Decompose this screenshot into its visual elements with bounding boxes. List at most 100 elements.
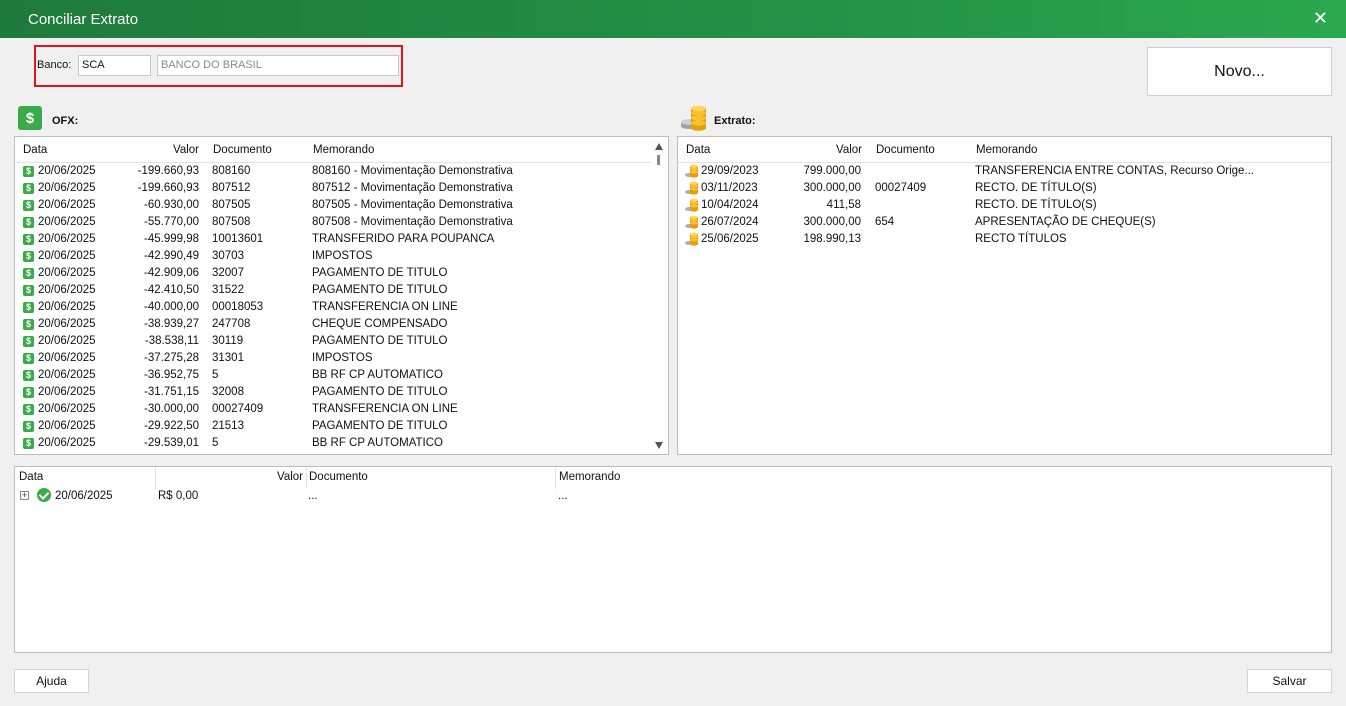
row-documento: 247708	[212, 318, 251, 330]
ofx-row[interactable]: $20/06/2025 -31.751,15 32008 PAGAMENTO DE T…	[15, 384, 651, 401]
dollar-icon: $	[23, 200, 34, 211]
conciliation-valor: R$ 0,00	[158, 490, 199, 502]
col-header-memorando[interactable]: Memorando	[976, 144, 1037, 156]
row-memorando: TRANSFERENCIA ON LINE	[312, 301, 458, 313]
col-header-data[interactable]: Data	[686, 144, 710, 156]
row-valor: -60.930,00	[144, 199, 199, 211]
dollar-icon: $	[23, 319, 34, 330]
col-header-valor[interactable]: Valor	[115, 144, 199, 156]
column-separator[interactable]	[306, 467, 307, 489]
col-header-memorando[interactable]: Memorando	[559, 471, 620, 483]
row-memorando: PAGAMENTO DE TITULO	[312, 267, 448, 279]
scroll-thumb[interactable]	[657, 155, 660, 165]
extrato-row[interactable]: 10/04/2024 411,58 RECTO. DE TÍTULO(S)	[678, 197, 1331, 214]
ofx-row[interactable]: $20/06/2025 -42.990,49 30703 IMPOSTOS	[15, 248, 651, 265]
ofx-row[interactable]: $20/06/2025 -40.000,00 00018053 TRANSFERENC…	[15, 299, 651, 316]
salvar-button[interactable]: Salvar	[1247, 669, 1332, 693]
column-separator[interactable]	[555, 467, 556, 489]
row-date: 20/06/2025	[38, 267, 96, 279]
column-separator[interactable]	[155, 467, 156, 489]
row-date: 20/06/2025	[38, 369, 96, 381]
extrato-row[interactable]: 26/07/2024 300.000,00 654 APRESENTAÇÃO DE C…	[678, 214, 1331, 231]
ofx-row[interactable]: $20/06/2025 -199.660,93 807512 807512 - Mov…	[15, 180, 651, 197]
row-valor: -38.538,11	[144, 335, 199, 347]
row-valor: -45.999,98	[144, 233, 199, 245]
dollar-icon: $	[23, 217, 34, 228]
row-date: 20/06/2025	[38, 165, 96, 177]
ofx-row[interactable]: $20/06/2025 -199.660,93 808160 808160 - Mov…	[15, 163, 651, 180]
conciliation-memorando: ...	[558, 490, 568, 502]
extrato-row[interactable]: 29/09/2023 799.000,00 TRANSFERENCIA ENTRE …	[678, 163, 1331, 180]
row-memorando: IMPOSTOS	[312, 352, 373, 364]
ofx-row[interactable]: $20/06/2025 -38.939,27 247708 CHEQUE COMPEN…	[15, 316, 651, 333]
col-header-data[interactable]: Data	[23, 144, 47, 156]
conciliation-grid[interactable]: Data Valor Documento Memorando + 20/06/2…	[14, 466, 1332, 653]
row-memorando: IMPOSTOS	[312, 250, 373, 262]
row-memorando: 807505 - Movimentação Demonstrativa	[312, 199, 513, 211]
window-title: Conciliar Extrato	[28, 11, 139, 28]
row-memorando: CHEQUE COMPENSADO	[312, 318, 448, 330]
col-header-valor[interactable]: Valor	[788, 144, 862, 156]
ofx-row[interactable]: $20/06/2025 -60.930,00 807505 807505 - Movi…	[15, 197, 651, 214]
row-valor: -29.922,50	[144, 420, 199, 432]
coins-icon	[685, 164, 699, 178]
ofx-row[interactable]: $20/06/2025 -45.999,98 10013601 TRANSFERIDO…	[15, 231, 651, 248]
row-memorando: PAGAMENTO DE TITULO	[312, 284, 448, 296]
expand-icon[interactable]: +	[20, 491, 29, 500]
bank-code-input[interactable]: SCA	[78, 55, 151, 76]
ofx-row[interactable]: $20/06/2025 -38.538,11 30119 PAGAMENTO DE T…	[15, 333, 651, 350]
scroll-down-arrow-icon[interactable]	[655, 442, 663, 449]
dollar-icon: $	[23, 353, 34, 364]
ofx-row[interactable]: $20/06/2025 -55.770,00 807508 807508 - Movi…	[15, 214, 651, 231]
ofx-row[interactable]: $20/06/2025 -37.275,28 31301 IMPOSTOS	[15, 350, 651, 367]
dollar-icon: $	[23, 404, 34, 415]
dollar-icon: $	[23, 285, 34, 296]
conciliation-date: 20/06/2025	[55, 490, 113, 502]
ofx-scrollbar[interactable]	[652, 139, 666, 453]
ofx-row[interactable]: $20/06/2025 -29.539,01 5 BB RF CP AUTOMATIC…	[15, 435, 651, 452]
row-valor: -199.660,93	[137, 182, 199, 194]
ofx-row[interactable]: $20/06/2025 -42.410,50 31522 PAGAMENTO DE T…	[15, 282, 651, 299]
novo-button[interactable]: Novo...	[1147, 47, 1332, 96]
check-circle-icon	[37, 488, 51, 502]
row-memorando: RECTO. DE TÍTULO(S)	[975, 182, 1097, 194]
row-memorando: RECTO. DE TÍTULO(S)	[975, 199, 1097, 211]
row-documento: 00027409	[875, 182, 927, 194]
ofx-row[interactable]: $20/06/2025 -29.922,50 21513 PAGAMENTO DE T…	[15, 418, 651, 435]
row-documento: 32007	[212, 267, 244, 279]
row-valor: 198.990,13	[803, 233, 861, 245]
col-header-data[interactable]: Data	[19, 471, 43, 483]
col-header-valor[interactable]: Valor	[165, 471, 303, 483]
extrato-list[interactable]: Data Valor Documento Memorando 29/09/202…	[677, 136, 1332, 455]
ajuda-button[interactable]: Ajuda	[14, 669, 89, 693]
row-memorando: BB RF CP AUTOMATICO	[312, 437, 443, 449]
coins-icon	[685, 198, 699, 212]
dollar-icon: $	[23, 421, 34, 432]
col-header-documento[interactable]: Documento	[876, 144, 935, 156]
dollar-icon: $	[23, 183, 34, 194]
row-valor: -31.751,15	[144, 386, 199, 398]
row-documento: 00027409	[212, 403, 264, 415]
col-header-documento[interactable]: Documento	[213, 144, 272, 156]
dollar-icon: $	[23, 251, 34, 262]
dollar-icon: $	[23, 387, 34, 398]
row-valor: -37.275,28	[144, 352, 199, 364]
row-memorando: TRANSFERENCIA ENTRE CONTAS, Recurso Orig…	[975, 165, 1255, 177]
row-date: 20/06/2025	[38, 335, 96, 347]
row-documento: 00018053	[212, 301, 264, 313]
ofx-row[interactable]: $20/06/2025 -42.909,06 32007 PAGAMENTO DE T…	[15, 265, 651, 282]
extrato-row[interactable]: 03/11/2023 300.000,00 00027409 RECTO. DE TÍ…	[678, 180, 1331, 197]
row-documento: 31522	[212, 284, 244, 296]
ofx-row[interactable]: $20/06/2025 -30.000,00 00027409 TRANSFERENC…	[15, 401, 651, 418]
row-valor: 411,58	[826, 199, 861, 211]
extrato-row[interactable]: 25/06/2025 198.990,13 RECTO TÍTULOS	[678, 231, 1331, 248]
col-header-documento[interactable]: Documento	[309, 471, 368, 483]
close-icon[interactable]: ✕	[1313, 9, 1328, 27]
dollar-icon: $	[18, 106, 42, 130]
scroll-up-arrow-icon[interactable]	[655, 143, 663, 150]
ofx-row[interactable]: $20/06/2025 -36.952,75 5 BB RF CP AUTOMATIC…	[15, 367, 651, 384]
row-date: 26/07/2024	[701, 216, 759, 228]
row-documento: 808160	[212, 165, 251, 177]
col-header-memorando[interactable]: Memorando	[313, 144, 374, 156]
ofx-list[interactable]: Data Valor Documento Memorando $20/06/20…	[14, 136, 669, 455]
